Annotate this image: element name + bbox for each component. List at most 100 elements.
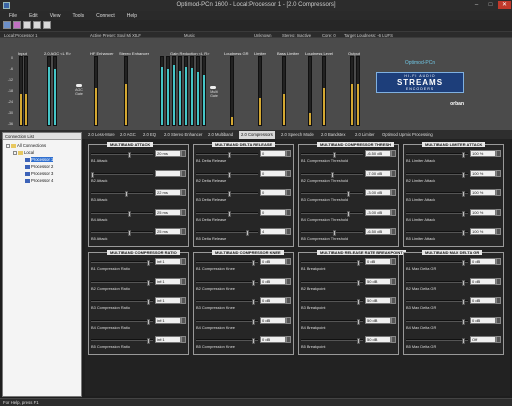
slider-knob[interactable] (125, 191, 129, 197)
value-field[interactable]: 50 dB (365, 336, 391, 343)
value-field[interactable]: 50 dB (365, 297, 391, 304)
spin-button[interactable] (496, 316, 501, 324)
spin-button[interactable] (391, 150, 396, 157)
slider-track[interactable] (301, 191, 363, 197)
value-field[interactable]: 0 dB (470, 316, 496, 324)
slider-knob[interactable] (228, 191, 232, 197)
value-field[interactable]: 0 dB (365, 258, 391, 265)
spin-button[interactable] (391, 316, 396, 324)
value-field[interactable]: 100 % (470, 150, 496, 157)
slider-track[interactable] (196, 191, 258, 197)
spin-button[interactable] (391, 169, 396, 177)
slider-knob[interactable] (252, 338, 256, 344)
slider-track[interactable] (91, 318, 153, 325)
spin-button[interactable] (496, 208, 501, 216)
value-field[interactable]: 4 (260, 228, 286, 235)
tab-speech-mode[interactable]: 2.0 Speech Mode (279, 131, 316, 139)
tree-processor-4[interactable]: Processor 4 (25, 178, 53, 183)
spin-button[interactable] (391, 297, 396, 304)
slider-track[interactable] (91, 299, 153, 305)
slider-track[interactable] (406, 210, 468, 217)
minimize-button[interactable]: – (470, 1, 483, 9)
value-field[interactable]: inf:1 (155, 258, 181, 265)
spin-button[interactable] (286, 189, 291, 196)
slider-knob[interactable] (127, 152, 131, 158)
spin-button[interactable] (391, 228, 396, 235)
value-field[interactable]: -6.50 dB (365, 150, 391, 157)
slider-track[interactable] (91, 152, 153, 158)
spin-button[interactable] (181, 228, 186, 235)
slider-track[interactable] (301, 152, 363, 158)
value-field[interactable]: 50 dB (365, 277, 391, 285)
slider-knob[interactable] (357, 338, 361, 344)
slider-track[interactable] (406, 152, 468, 158)
spin-button[interactable] (181, 277, 186, 285)
slider-track[interactable] (196, 338, 258, 344)
close-button[interactable]: ✕ (498, 1, 511, 9)
slider-track[interactable] (301, 230, 363, 236)
value-field[interactable]: 0 (260, 169, 286, 177)
slider-track[interactable] (91, 279, 153, 286)
spin-button[interactable] (286, 336, 291, 343)
slider-track[interactable] (196, 230, 258, 236)
slider-knob[interactable] (462, 260, 466, 266)
value-field[interactable]: 22 ms (155, 189, 181, 196)
value-field[interactable]: 0 dB (260, 258, 286, 265)
value-field[interactable]: 100 % (470, 228, 496, 235)
spin-button[interactable] (391, 258, 396, 265)
slider-knob[interactable] (228, 152, 232, 158)
slider-track[interactable] (196, 210, 258, 217)
slider-track[interactable] (196, 171, 258, 178)
value-field[interactable]: -7.00 dB (365, 169, 391, 177)
value-field[interactable]: 0 dB (260, 336, 286, 343)
slider-track[interactable] (91, 191, 153, 197)
spin-button[interactable] (286, 297, 291, 304)
slider-track[interactable] (406, 318, 468, 325)
value-field[interactable]: 0 dB (470, 277, 496, 285)
value-field[interactable]: Off (470, 336, 496, 343)
slider-knob[interactable] (357, 279, 361, 286)
expand-icon[interactable] (6, 143, 10, 148)
value-field[interactable]: 0 dB (470, 297, 496, 304)
slider-track[interactable] (406, 230, 468, 236)
slider-track[interactable] (301, 338, 363, 344)
spin-button[interactable] (496, 150, 501, 157)
slider-knob[interactable] (252, 279, 256, 286)
spin-button[interactable] (496, 189, 501, 196)
value-field[interactable]: -3.00 dB (365, 208, 391, 216)
menu-help[interactable]: Help (127, 13, 137, 19)
slider-track[interactable] (91, 260, 153, 266)
tab-less-more[interactable]: 2.0 Less-More (86, 131, 117, 139)
slider-knob[interactable] (252, 318, 256, 325)
maximize-button[interactable]: □ (484, 1, 497, 9)
spin-button[interactable] (391, 208, 396, 216)
spin-button[interactable] (286, 150, 291, 157)
spin-button[interactable] (286, 258, 291, 265)
slider-track[interactable] (196, 260, 258, 266)
slider-knob[interactable] (462, 318, 466, 325)
spin-button[interactable] (391, 189, 396, 196)
menu-tools[interactable]: Tools (72, 13, 84, 19)
slider-track[interactable] (406, 260, 468, 266)
slider-knob[interactable] (462, 210, 466, 217)
spin-button[interactable] (496, 277, 501, 285)
slider-knob[interactable] (252, 260, 256, 266)
spin-button[interactable] (391, 277, 396, 285)
slider-track[interactable] (196, 318, 258, 325)
expand-icon[interactable] (13, 150, 17, 155)
slider-knob[interactable] (147, 318, 151, 325)
tab-bandstex[interactable]: 2.0 Bandstex (319, 131, 347, 139)
value-field[interactable]: 0 (260, 208, 286, 216)
value-field[interactable]: 100 % (470, 169, 496, 177)
slider-track[interactable] (91, 210, 153, 217)
slider-track[interactable] (301, 171, 363, 178)
value-field[interactable]: -3.00 dB (365, 189, 391, 196)
slider-track[interactable] (301, 210, 363, 217)
slider-track[interactable] (196, 279, 258, 286)
slider-track[interactable] (301, 260, 363, 266)
tab-compressors[interactable]: 2.0 Compressors (239, 131, 275, 139)
slider-knob[interactable] (228, 171, 232, 178)
spin-button[interactable] (286, 316, 291, 324)
slider-track[interactable] (301, 318, 363, 325)
spin-button[interactable] (181, 169, 186, 177)
